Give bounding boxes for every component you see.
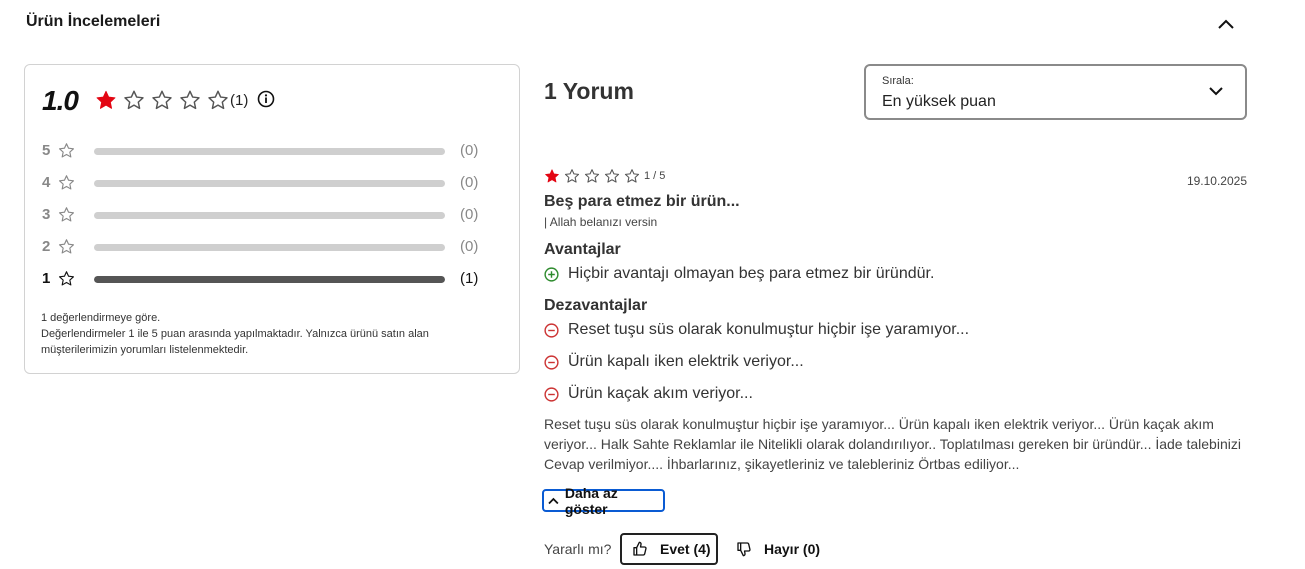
sort-value: En yüksek puan <box>882 93 996 110</box>
info-icon[interactable] <box>257 90 275 108</box>
chevron-down-icon <box>1209 87 1223 96</box>
minus-circle-icon <box>544 354 559 370</box>
show-less-label: Daha az göster <box>564 484 618 517</box>
rating-row-count: (0) <box>460 142 479 159</box>
thumbs-up-icon <box>633 541 647 556</box>
helpful-no-label: Hayır (0) <box>764 541 821 557</box>
review-date: 19.10.2025 <box>1186 174 1247 188</box>
sort-label: Sırala: <box>882 75 914 87</box>
pros-heading: Avantajlar <box>544 241 621 258</box>
collapse-button[interactable] <box>1214 12 1238 36</box>
star-outline-icon <box>624 169 640 183</box>
cons-text: Ürün kapalı iken elektrik veriyor... <box>568 353 804 370</box>
reviews-count: 1 Yorum <box>544 78 634 104</box>
average-count: (1) <box>230 92 249 109</box>
rating-row-4: 4 (0) <box>42 173 482 193</box>
star-outline-icon <box>180 90 200 110</box>
rating-row-1: 1 (1) <box>42 269 482 289</box>
star-outline-icon <box>58 238 75 260</box>
review-title: Beş para etmez bir ürün... <box>544 193 740 210</box>
pros-item: Hiçbir avantajı olmayan beş para etmez b… <box>544 264 934 284</box>
rating-row-5: 5 (0) <box>42 141 482 161</box>
rating-row-label: 2 <box>42 238 51 255</box>
rating-bar <box>94 148 445 155</box>
cons-heading: Dezavantajlar <box>544 297 648 314</box>
rating-row-2: 2 (0) <box>42 237 482 257</box>
rating-row-label: 1 <box>42 270 51 287</box>
plus-circle-icon <box>544 266 559 282</box>
pros-text: Hiçbir avantajı olmayan beş para etmez b… <box>568 265 935 282</box>
cons-item: Ürün kapalı iken elektrik veriyor... <box>544 352 804 372</box>
star-outline-icon <box>124 90 144 110</box>
rating-note-line: 1 değerlendirmeye göre. <box>41 312 161 324</box>
star-outline-icon <box>58 174 75 196</box>
helpful-question: Yararlı mı? <box>544 541 612 557</box>
star-outline-icon <box>58 206 75 228</box>
minus-circle-icon <box>544 322 559 338</box>
rating-bar <box>94 212 445 219</box>
rating-row-count: (0) <box>460 174 479 191</box>
sort-dropdown[interactable]: Sırala: En yüksek puan <box>864 64 1247 120</box>
star-filled-icon <box>545 169 559 183</box>
rating-bar <box>94 276 445 283</box>
star-outline-icon <box>564 169 580 183</box>
show-less-button[interactable]: Daha az göster <box>542 485 665 517</box>
review-body: Reset tuşu süs olarak konulmuştur hiçbir… <box>544 416 1241 472</box>
star-outline-icon <box>584 169 600 183</box>
star-filled-icon <box>96 90 116 109</box>
rating-row-label: 4 <box>42 174 51 191</box>
star-outline-icon <box>58 142 75 164</box>
helpful-no-button[interactable]: Hayır (0) <box>728 533 838 565</box>
chevron-up-icon <box>548 497 559 504</box>
minus-circle-icon <box>544 386 559 402</box>
star-outline-icon <box>604 169 620 183</box>
rating-row-label: 5 <box>42 142 51 159</box>
section-title: Ürün İncelemeleri <box>26 13 161 30</box>
review-author: | Allah belanızı versin <box>544 215 658 229</box>
cons-text: Reset tuşu süs olarak konulmuştur hiçbir… <box>568 321 970 338</box>
reviews-section-header: Ürün İncelemeleri <box>26 10 1236 38</box>
rating-row-3: 3 (0) <box>42 205 482 225</box>
thumbs-down-icon <box>737 542 751 557</box>
average-score: 1.0 <box>42 85 79 116</box>
cons-item: Ürün kaçak akım veriyor... <box>544 384 753 404</box>
cons-text: Ürün kaçak akım veriyor... <box>568 385 753 402</box>
star-outline-icon <box>58 270 75 292</box>
helpful-yes-button[interactable]: Evet (4) <box>620 533 718 565</box>
cons-item: Reset tuşu süs olarak konulmuştur hiçbir… <box>544 320 969 340</box>
rating-row-count: (1) <box>460 270 479 287</box>
star-outline-icon <box>208 90 228 110</box>
star-outline-icon <box>152 90 172 110</box>
review-score: 1 / 5 <box>644 170 666 182</box>
chevron-up-icon <box>1218 19 1234 29</box>
rating-bar <box>94 180 445 187</box>
rating-row-label: 3 <box>42 206 51 223</box>
rating-note: 1 değerlendirmeye göre. Değerlendirmeler… <box>41 310 491 358</box>
review-stars <box>544 168 640 184</box>
rating-note-line: Değerlendirmeler 1 ile 5 puan arasında y… <box>41 328 429 356</box>
rating-bar <box>94 244 445 251</box>
rating-row-count: (0) <box>460 238 479 255</box>
helpful-yes-label: Evet (4) <box>660 541 711 557</box>
rating-summary-card: 1.0 (1) 5 (0) 4 (0) 3 (0) 2 (0) 1 (1) 1 … <box>24 64 520 374</box>
average-stars <box>95 89 229 111</box>
rating-row-count: (0) <box>460 206 479 223</box>
